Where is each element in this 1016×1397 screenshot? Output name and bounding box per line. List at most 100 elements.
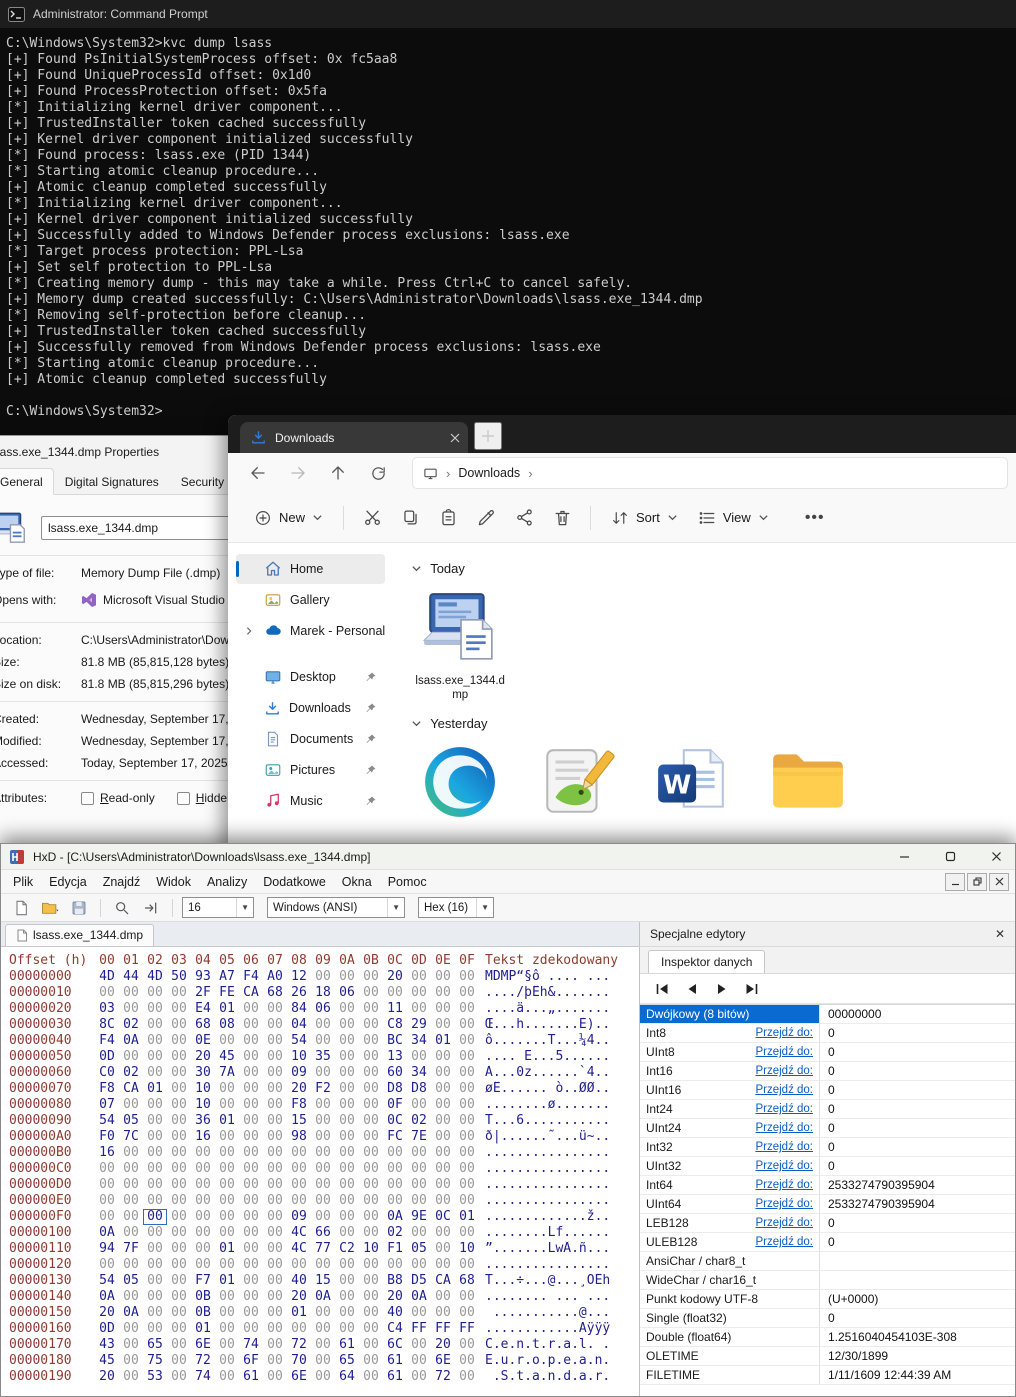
hex-byte[interactable]: 00 — [239, 1273, 263, 1289]
hex-byte[interactable]: C2 — [335, 1241, 359, 1257]
hex-byte[interactable]: 00 — [263, 1049, 287, 1065]
hex-byte[interactable]: 61 — [239, 1369, 263, 1385]
hex-byte[interactable]: 00 — [287, 1193, 311, 1209]
nav-last-button[interactable] — [740, 978, 764, 1000]
sidebar-item-documents[interactable]: Documents — [236, 724, 385, 754]
hex-byte[interactable]: 00 — [287, 1145, 311, 1161]
hex-byte[interactable]: 34 — [407, 1065, 431, 1081]
hex-byte[interactable]: 07 — [95, 1097, 119, 1113]
hex-byte[interactable]: 77 — [311, 1241, 335, 1257]
inspector-row[interactable]: FILETIME1/11/1609 12:44:39 AM — [640, 1366, 1015, 1385]
hex-byte[interactable]: 0E — [191, 1033, 215, 1049]
hex-byte[interactable]: 00 — [119, 1337, 143, 1353]
hex-byte[interactable]: 00 — [167, 1113, 191, 1129]
breadcrumb-item-downloads[interactable]: Downloads — [458, 466, 520, 480]
hex-byte[interactable]: 54 — [95, 1113, 119, 1129]
hex-byte[interactable]: 00 — [143, 1289, 167, 1305]
hex-byte[interactable]: 00 — [407, 1369, 431, 1385]
group-header[interactable]: Today — [411, 561, 1016, 576]
hex-byte[interactable]: 00 — [119, 1209, 143, 1225]
hex-byte[interactable]: A7 — [215, 969, 239, 985]
hex-byte[interactable]: 00 — [191, 1225, 215, 1241]
hex-byte[interactable]: 4D — [95, 969, 119, 985]
hex-byte[interactable]: 00 — [431, 1001, 455, 1017]
hex-byte[interactable]: 00 — [239, 1129, 263, 1145]
hex-byte[interactable]: 00 — [119, 1353, 143, 1369]
sidebar-item-downloads[interactable]: Downloads — [236, 693, 385, 723]
goto-link[interactable]: Przejdź do: — [755, 1236, 813, 1248]
hex-byte[interactable]: 00 — [215, 1225, 239, 1241]
hex-byte[interactable]: F1 — [383, 1241, 407, 1257]
hex-byte[interactable]: 00 — [455, 1353, 479, 1369]
hex-byte[interactable]: 08 — [215, 1017, 239, 1033]
hex-byte[interactable]: D8 — [383, 1081, 407, 1097]
close-panel-button[interactable]: ✕ — [995, 927, 1005, 941]
hex-byte[interactable]: 44 — [119, 969, 143, 985]
sidebar-item-music[interactable]: Music — [236, 786, 385, 816]
hex-byte[interactable]: 00 — [311, 1177, 335, 1193]
goto-link[interactable]: Przejdź do: — [755, 1141, 813, 1153]
hex-byte[interactable]: 4D — [143, 969, 167, 985]
close-tab-icon[interactable] — [450, 433, 460, 443]
hex-byte[interactable]: 40 — [287, 1273, 311, 1289]
hex-byte[interactable]: 64 — [335, 1369, 359, 1385]
hex-byte[interactable]: 00 — [359, 1049, 383, 1065]
properties-tab-general[interactable]: General — [0, 468, 54, 495]
file-item[interactable] — [523, 739, 629, 829]
hex-byte[interactable]: 06 — [311, 1001, 335, 1017]
hex-byte[interactable]: 00 — [215, 1177, 239, 1193]
hex-row[interactable]: 000001000A000000000000004C66000002000000… — [9, 1225, 639, 1241]
hex-byte[interactable]: 00 — [239, 1225, 263, 1241]
hex-byte[interactable]: 00 — [359, 1369, 383, 1385]
hex-byte[interactable]: F4 — [239, 969, 263, 985]
hex-byte[interactable]: 00 — [311, 1129, 335, 1145]
hex-byte[interactable]: 20 — [95, 1369, 119, 1385]
hex-byte[interactable]: 00 — [167, 1065, 191, 1081]
hex-byte[interactable]: 00 — [431, 1257, 455, 1273]
hex-byte[interactable]: 00 — [407, 1305, 431, 1321]
new-file-button[interactable] — [9, 897, 33, 919]
hex-byte[interactable]: 00 — [239, 1289, 263, 1305]
inspector-row[interactable]: Dwójkowy (8 bitów)00000000 — [640, 1005, 1015, 1024]
hex-byte[interactable]: 00 — [455, 1145, 479, 1161]
hex-byte[interactable]: 00 — [359, 1209, 383, 1225]
hex-byte[interactable]: 00 — [263, 1353, 287, 1369]
hex-byte[interactable]: 00 — [335, 1113, 359, 1129]
nav-prev-button[interactable] — [680, 978, 704, 1000]
inspector-row[interactable]: Int8Przejdź do:0 — [640, 1024, 1015, 1043]
hex-byte[interactable]: 00 — [431, 1129, 455, 1145]
hex-byte[interactable]: 00 — [119, 1097, 143, 1113]
hex-byte[interactable]: 01 — [455, 1209, 479, 1225]
goto-link[interactable]: Przejdź do: — [755, 1198, 813, 1210]
back-button[interactable] — [238, 457, 278, 489]
hex-byte[interactable]: 30 — [191, 1065, 215, 1081]
hex-byte[interactable]: 00 — [335, 1193, 359, 1209]
hex-byte[interactable]: 61 — [383, 1353, 407, 1369]
file-item[interactable]: lsass.exe_1344.dmp — [407, 584, 513, 702]
hex-byte[interactable]: 00 — [431, 1241, 455, 1257]
hex-row[interactable]: 0000012000000000000000000000000000000000… — [9, 1257, 639, 1273]
sidebar-item-home[interactable]: Home — [236, 554, 385, 584]
hex-byte[interactable]: 00 — [335, 1257, 359, 1273]
hex-byte[interactable]: 00 — [311, 1257, 335, 1273]
hex-byte[interactable]: 34 — [407, 1033, 431, 1049]
hex-byte[interactable]: 00 — [215, 1081, 239, 1097]
hex-byte[interactable]: 74 — [191, 1369, 215, 1385]
hex-byte[interactable]: 00 — [407, 985, 431, 1001]
hidden-checkbox[interactable] — [177, 792, 190, 805]
hex-byte[interactable]: CA — [431, 1273, 455, 1289]
hex-byte[interactable]: 00 — [215, 1337, 239, 1353]
hex-byte[interactable]: 29 — [407, 1017, 431, 1033]
hex-row[interactable]: 0000002003000000E40100008406000011000000… — [9, 1001, 639, 1017]
copy-button[interactable] — [392, 500, 428, 536]
file-item[interactable] — [755, 739, 861, 829]
hex-byte[interactable]: 00 — [239, 1017, 263, 1033]
hex-byte[interactable]: 00 — [263, 1289, 287, 1305]
hex-byte[interactable]: 00 — [215, 1257, 239, 1273]
hex-cursor-byte[interactable]: 00 — [143, 1209, 167, 1225]
hex-byte[interactable]: 00 — [335, 1289, 359, 1305]
hex-byte[interactable]: 0F — [383, 1097, 407, 1113]
hex-byte[interactable]: 15 — [311, 1273, 335, 1289]
inspector-row[interactable]: LEB128Przejdź do:0 — [640, 1214, 1015, 1233]
hex-byte[interactable]: 00 — [119, 1369, 143, 1385]
